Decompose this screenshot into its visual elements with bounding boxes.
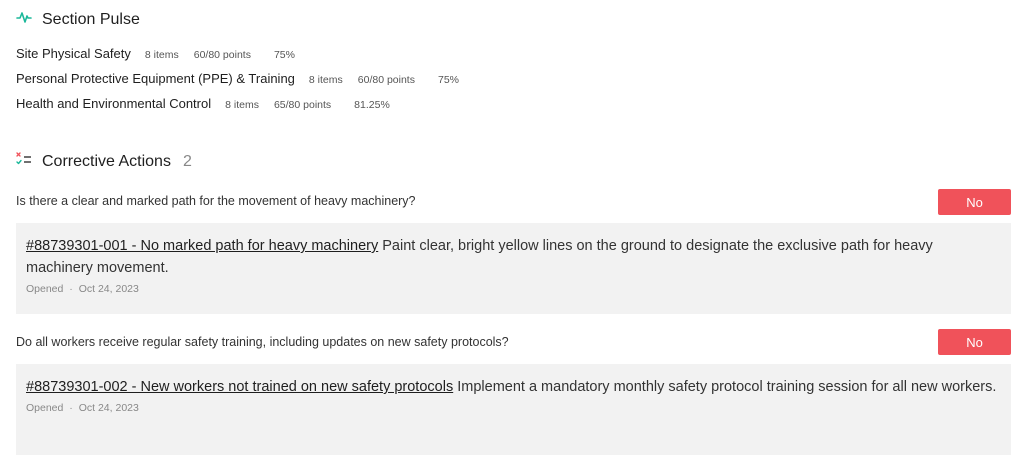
- separator-dot: ·: [69, 283, 73, 295]
- action-description: #88739301-002 - New workers not trained …: [26, 376, 1001, 398]
- action-card: #88739301-002 - New workers not trained …: [16, 364, 1011, 455]
- action-link[interactable]: #88739301-002 - New workers not trained …: [26, 379, 453, 395]
- pulse-row-points: 60/80 points: [357, 74, 415, 86]
- pulse-row: Health and Environmental Control 8 items…: [16, 96, 390, 111]
- action-text: Implement a mandatory monthly safety pro…: [453, 379, 997, 395]
- action-status: Opened · Oct 24, 2023: [26, 402, 1001, 414]
- corrective-actions-header: Corrective Actions 2: [16, 152, 192, 171]
- pulse-row-percent: 75%: [437, 74, 459, 86]
- action-status: Opened · Oct 24, 2023: [26, 283, 1001, 295]
- pulse-row-items: 8 items: [225, 99, 259, 111]
- question-text: Do all workers receive regular safety tr…: [16, 335, 509, 349]
- corrective-actions-count: 2: [182, 152, 192, 170]
- pulse-row-percent: 81.25%: [354, 99, 390, 111]
- pulse-row-name: Personal Protective Equipment (PPE) & Tr…: [16, 71, 295, 86]
- checklist-icon: [16, 152, 32, 171]
- pulse-row: Personal Protective Equipment (PPE) & Tr…: [16, 71, 459, 86]
- pulse-row-name: Site Physical Safety: [16, 46, 131, 61]
- pulse-row: Site Physical Safety 8 items 60/80 point…: [16, 46, 295, 61]
- answer-no-button[interactable]: No: [938, 329, 1011, 355]
- section-pulse-title: Section Pulse: [42, 10, 140, 28]
- action-description: #88739301-001 - No marked path for heavy…: [26, 235, 1001, 279]
- answer-no-button[interactable]: No: [938, 189, 1011, 215]
- corrective-actions-title: Corrective Actions: [42, 152, 171, 170]
- status-label: Opened: [26, 283, 64, 295]
- pulse-row-points: 65/80 points: [273, 99, 332, 111]
- pulse-row-items: 8 items: [144, 49, 179, 61]
- pulse-row-percent: 75%: [273, 49, 295, 61]
- pulse-row-items: 8 items: [308, 74, 343, 86]
- pulse-row-name: Health and Environmental Control: [16, 96, 212, 111]
- question-text: Is there a clear and marked path for the…: [16, 194, 416, 208]
- status-label: Opened: [26, 402, 64, 414]
- pulse-row-points: 60/80 points: [193, 49, 251, 61]
- status-date: Oct 24, 2023: [78, 402, 139, 414]
- section-pulse-header: Section Pulse: [16, 10, 140, 29]
- action-link[interactable]: #88739301-001 - No marked path for heavy…: [26, 238, 378, 254]
- separator-dot: ·: [69, 402, 73, 414]
- activity-icon: [16, 10, 32, 29]
- action-card: #88739301-001 - No marked path for heavy…: [16, 223, 1011, 314]
- status-date: Oct 24, 2023: [78, 283, 139, 295]
